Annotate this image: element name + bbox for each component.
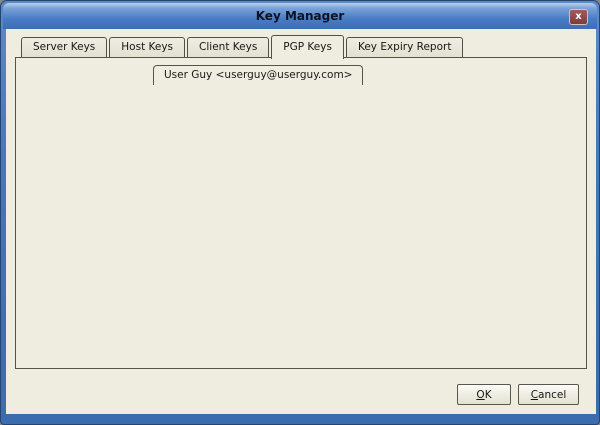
window-title: Key Manager <box>3 3 597 29</box>
tab-host-keys[interactable]: Host Keys <box>109 37 185 57</box>
ok-label-rest: K <box>485 389 492 401</box>
pgp-keys-tab-panel <box>15 57 587 369</box>
title-bar[interactable]: Key Manager x <box>3 3 597 29</box>
ok-mnemonic: O <box>476 389 484 401</box>
main-tab-bar: Server Keys Host Keys Client Keys PGP Ke… <box>21 34 463 58</box>
close-button[interactable]: x <box>569 9 588 25</box>
cancel-button[interactable]: Cancel <box>518 384 579 405</box>
close-icon: x <box>575 11 581 22</box>
ok-button[interactable]: OK <box>457 384 511 405</box>
cancel-mnemonic: C <box>531 389 538 401</box>
tab-pgp-keys[interactable]: PGP Keys <box>271 35 344 59</box>
key-detail-tab[interactable]: User Guy <userguy@userguy.com> <box>153 65 363 85</box>
cancel-label-rest: ancel <box>538 389 566 401</box>
tab-client-keys[interactable]: Client Keys <box>187 37 269 57</box>
tab-server-keys[interactable]: Server Keys <box>21 37 107 57</box>
key-manager-dialog: Key Manager x Server Keys Host Keys Clie… <box>0 0 600 425</box>
tab-key-expiry-report[interactable]: Key Expiry Report <box>346 37 463 57</box>
